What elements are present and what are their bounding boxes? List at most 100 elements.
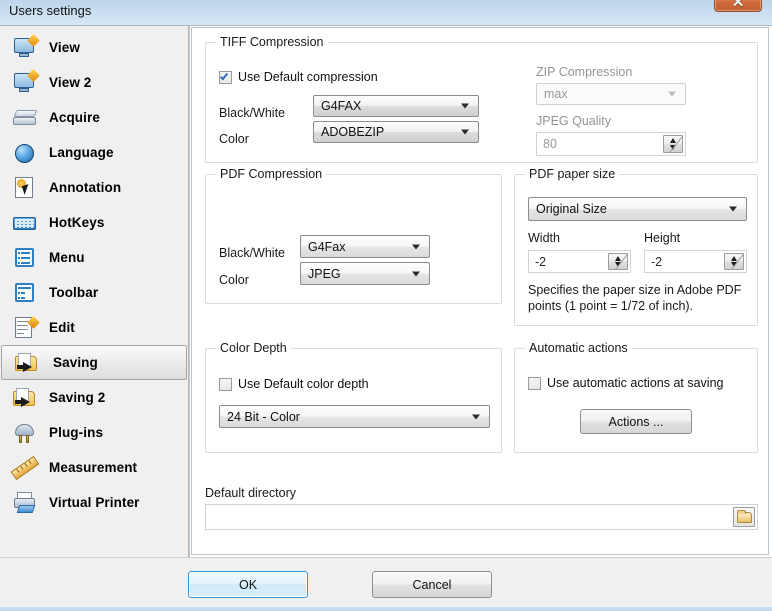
keyboard-icon — [12, 210, 38, 236]
use-default-compression-checkbox[interactable]: Use Default compression — [219, 70, 378, 84]
use-default-color-depth-checkbox[interactable]: Use Default color depth — [219, 377, 369, 391]
pdf-paper-size-hint: Specifies the paper size in Adobe PDF po… — [528, 283, 742, 313]
chevron-down-icon — [461, 103, 469, 109]
window-title: Users settings — [9, 3, 92, 18]
globe-icon — [12, 140, 38, 166]
sidebar-item-saving-2[interactable]: Saving 2 — [0, 380, 188, 415]
automatic-actions-title: Automatic actions — [525, 341, 632, 355]
pdf-black-white-combo[interactable]: G4Fax — [300, 235, 430, 258]
pdf-compression-title: PDF Compression — [216, 167, 327, 181]
close-button[interactable]: ✕ — [714, 0, 762, 12]
checkbox-box — [219, 70, 232, 84]
sidebar-item-virtual-printer[interactable]: Virtual Printer — [0, 485, 188, 520]
sidebar-item-toolbar[interactable]: Toolbar — [0, 275, 188, 310]
toolbar-icon — [12, 280, 38, 306]
settings-content-inner: TIFF Compression Use Default compression… — [191, 27, 769, 555]
pdf-height-value: -2 — [651, 254, 663, 269]
sidebar-item-annotation[interactable]: Annotation — [0, 170, 188, 205]
sidebar-item-label: Saving 2 — [49, 390, 106, 405]
scanner-icon — [12, 105, 38, 131]
settings-category-sidebar: View View 2 Acquire Language Annotation — [0, 26, 189, 558]
edit-page-icon — [12, 315, 40, 341]
color-depth-combo[interactable]: 24 Bit - Color — [219, 405, 490, 428]
zip-compression-combo[interactable]: max — [536, 83, 686, 105]
chevron-down-icon — [472, 414, 480, 419]
pdf-height-stepper[interactable] — [724, 253, 744, 270]
folder-icon — [736, 510, 752, 523]
save-folder-icon — [14, 350, 40, 376]
use-automatic-actions-checkbox[interactable]: Use automatic actions at saving — [528, 376, 723, 390]
pdf-width-stepper[interactable] — [608, 253, 628, 270]
ruler-icon — [10, 455, 40, 481]
sidebar-item-label: Annotation — [49, 180, 122, 195]
checkbox-label: Use Default compression — [238, 70, 378, 84]
monitor-pencil-icon — [12, 68, 40, 96]
jpeg-quality-value: 80 — [543, 137, 557, 151]
chevron-down-icon — [729, 206, 737, 212]
pdf-width-input[interactable]: -2 — [528, 250, 631, 273]
cancel-button[interactable]: Cancel — [372, 571, 492, 598]
chevron-down-icon — [412, 244, 420, 249]
automatic-actions-group: Automatic actions Use automatic actions … — [514, 341, 758, 453]
close-icon: ✕ — [731, 0, 745, 11]
menu-list-icon — [12, 245, 38, 271]
pdf-black-white-label: Black/White — [219, 246, 285, 260]
sidebar-item-label: Edit — [49, 320, 75, 335]
cancel-button-label: Cancel — [412, 577, 452, 592]
sidebar-item-hotkeys[interactable]: HotKeys — [0, 205, 188, 240]
pdf-paper-size-group: PDF paper size Original Size Width -2 He… — [514, 167, 758, 326]
printer-icon — [12, 490, 38, 516]
monitor-pencil-icon — [12, 33, 40, 61]
tiff-compression-group: TIFF Compression Use Default compression… — [205, 35, 758, 163]
title-bar: Users settings ✕ — [0, 0, 772, 25]
pdf-color-combo[interactable]: JPEG — [300, 262, 430, 285]
sidebar-item-view-2[interactable]: View 2 — [0, 65, 188, 100]
sidebar-item-label: HotKeys — [49, 215, 105, 230]
zip-compression-value: max — [544, 87, 568, 101]
tiff-color-combo[interactable]: ADOBEZIP — [313, 121, 479, 143]
tiff-black-white-combo[interactable]: G4FAX — [313, 95, 479, 117]
sidebar-item-menu[interactable]: Menu — [0, 240, 188, 275]
sidebar-item-view[interactable]: View — [0, 30, 188, 65]
sidebar-item-label: Menu — [49, 250, 85, 265]
pdf-paper-size-combo[interactable]: Original Size — [528, 197, 747, 221]
annotation-icon — [12, 175, 38, 201]
sidebar-item-label: Language — [49, 145, 114, 160]
sidebar-item-label: Saving — [53, 355, 98, 370]
sidebar-item-label: Acquire — [49, 110, 100, 125]
sidebar-item-plug-ins[interactable]: Plug-ins — [0, 415, 188, 450]
plug-icon — [12, 420, 38, 446]
jpeg-quality-input[interactable]: 80 — [536, 132, 686, 156]
sidebar-item-saving[interactable]: Saving — [1, 345, 187, 380]
tiff-color-value: ADOBEZIP — [321, 125, 385, 139]
sidebar-item-language[interactable]: Language — [0, 135, 188, 170]
color-depth-group: Color Depth Use Default color depth 24 B… — [205, 341, 502, 453]
actions-button-label: Actions ... — [608, 414, 664, 429]
default-directory-input[interactable] — [205, 504, 758, 530]
footer-accent-strip — [0, 607, 772, 611]
checkbox-label: Use automatic actions at saving — [547, 376, 724, 390]
chevron-down-icon — [461, 129, 469, 135]
dialog-footer: OK Cancel — [0, 557, 772, 611]
sidebar-item-acquire[interactable]: Acquire — [0, 100, 188, 135]
jpeg-quality-stepper[interactable] — [663, 135, 683, 153]
chevron-down-icon — [668, 91, 676, 97]
pdf-height-label: Height — [644, 231, 681, 245]
checkbox-box — [528, 376, 541, 390]
sidebar-item-measurement[interactable]: Measurement — [0, 450, 188, 485]
sidebar-item-label: Plug-ins — [49, 425, 104, 440]
zip-compression-label: ZIP Compression — [536, 65, 633, 79]
pdf-color-label: Color — [219, 273, 249, 287]
save-folder-icon — [12, 385, 38, 411]
ok-button-label: OK — [238, 577, 258, 592]
sidebar-item-edit[interactable]: Edit — [0, 310, 188, 345]
checkbox-box — [219, 377, 232, 391]
dialog-window: View View 2 Acquire Language Annotation — [0, 25, 772, 611]
pdf-black-white-value: G4Fax — [308, 239, 346, 254]
browse-directory-button[interactable] — [733, 507, 755, 527]
ok-button[interactable]: OK — [188, 571, 308, 598]
actions-button[interactable]: Actions ... — [580, 409, 692, 434]
tiff-black-white-value: G4FAX — [321, 99, 362, 113]
color-depth-title: Color Depth — [216, 341, 291, 355]
pdf-height-input[interactable]: -2 — [644, 250, 747, 273]
